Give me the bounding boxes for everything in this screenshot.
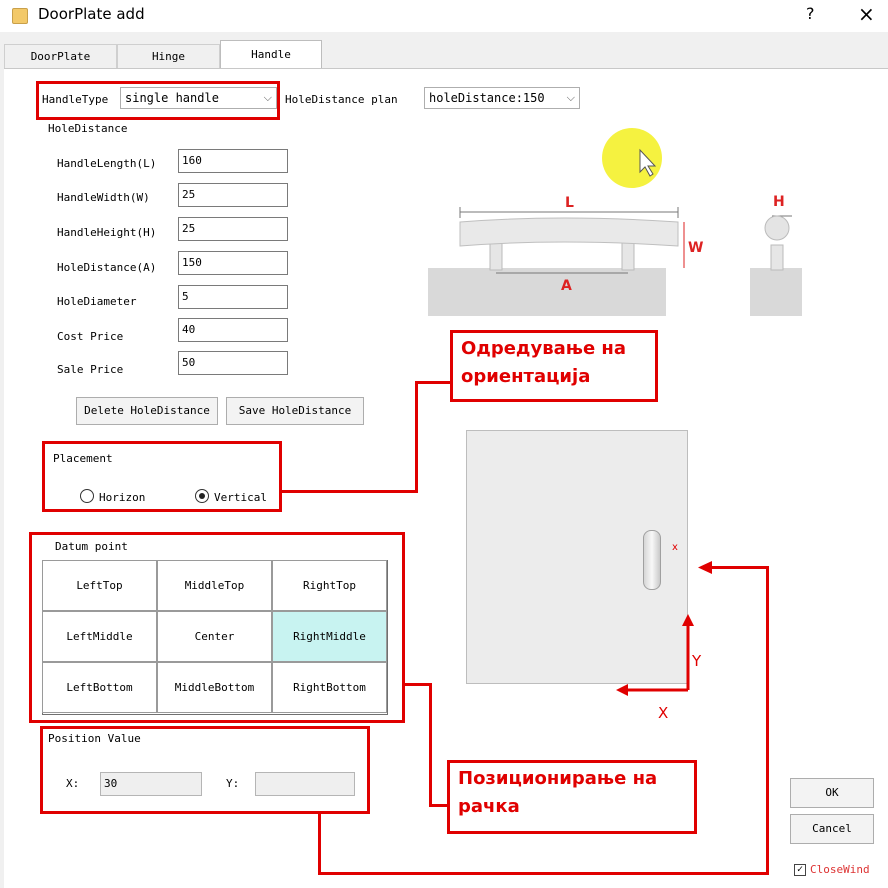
callout-positioning: Позиционирање на рачка: [447, 760, 697, 834]
dim-H: H: [773, 194, 785, 210]
offset-x-label: x: [672, 542, 678, 553]
close-window-checkbox[interactable]: ✓: [794, 864, 806, 876]
horizon-radio[interactable]: [80, 489, 94, 503]
cost-price-label: Cost Price: [57, 330, 124, 343]
tab-doorplate[interactable]: DoorPlate: [4, 44, 117, 68]
hole-plan-select[interactable]: holeDistance:150 ⌵: [424, 87, 580, 109]
horizon-label: Horizon: [99, 491, 146, 504]
hole-diameter-label: HoleDiameter: [57, 295, 137, 308]
connector-positioning-h1: [404, 683, 432, 686]
dim-L: L: [565, 195, 574, 211]
connector-door-h: [318, 872, 769, 875]
datum-leftmiddle[interactable]: LeftMiddle: [42, 611, 157, 662]
axis-arrows: Y X: [616, 614, 702, 720]
datum-leftbottom[interactable]: LeftBottom: [42, 662, 157, 713]
connector-positioning-h2: [429, 804, 449, 807]
callout-orientation-line2: ориентација: [461, 366, 591, 387]
hole-diameter-input[interactable]: 5: [178, 285, 288, 309]
handle-type-label: HandleType: [42, 93, 109, 106]
app-icon: [12, 8, 28, 24]
position-title: Position Value: [48, 732, 141, 745]
chevron-down-icon: ⌵: [566, 91, 575, 104]
hole-plan-label: HoleDistance plan: [285, 93, 398, 106]
ok-button[interactable]: OK: [790, 778, 874, 808]
delete-hole-distance-button[interactable]: Delete HoleDistance: [76, 397, 218, 425]
connector-positioning-v: [429, 683, 432, 807]
chevron-down-icon: ⌵: [263, 91, 272, 104]
arrow-left-icon: [698, 561, 712, 574]
handle-height-label: HandleHeight(H): [57, 226, 157, 239]
callout-positioning-line1: Позиционирање на: [458, 768, 658, 789]
handle-height-input[interactable]: 25: [178, 217, 288, 241]
cost-price-input[interactable]: 40: [178, 318, 288, 342]
x-input[interactable]: 30: [100, 772, 202, 796]
y-label: Y:: [226, 777, 240, 790]
vertical-radio[interactable]: [195, 489, 209, 503]
vertical-label: Vertical: [214, 491, 267, 504]
handle-width-input[interactable]: 25: [178, 183, 288, 207]
dim-W: W: [688, 240, 703, 256]
handle-preview: [643, 530, 661, 590]
y-input[interactable]: [255, 772, 355, 796]
datum-middlebottom[interactable]: MiddleBottom: [157, 662, 272, 713]
connector-door-h2: [712, 566, 769, 569]
handle-type-value: single handle: [125, 91, 219, 105]
placement-title: Placement: [53, 452, 113, 465]
hole-distance-section-label: HoleDistance: [48, 122, 128, 135]
callout-positioning-line2: рачка: [458, 796, 520, 817]
handle-length-label: HandleLength(L): [57, 157, 157, 170]
connector-orientation-h2: [415, 381, 451, 384]
callout-orientation-line1: Одредување на: [461, 338, 627, 359]
close-button[interactable]: ×: [858, 2, 875, 26]
connector-door-v2: [766, 566, 769, 875]
connector-orientation-h1: [280, 490, 416, 493]
close-window-label: CloseWind: [810, 863, 870, 876]
handle-type-select[interactable]: single handle ⌵: [120, 87, 277, 109]
datum-title: Datum point: [55, 540, 128, 553]
hole-plan-value: holeDistance:150: [429, 91, 545, 105]
sale-price-label: Sale Price: [57, 363, 124, 376]
hole-distance-input[interactable]: 150: [178, 251, 288, 275]
tab-handle[interactable]: Handle: [220, 40, 322, 69]
help-button[interactable]: ?: [806, 4, 815, 23]
connector-door-v1: [318, 812, 321, 875]
axis-x-label: X: [658, 704, 668, 720]
datum-righttop[interactable]: RightTop: [272, 560, 387, 611]
axis-y-label: Y: [691, 652, 702, 670]
handle-length-input[interactable]: 160: [178, 149, 288, 173]
tab-hinge[interactable]: Hinge: [117, 44, 220, 68]
datum-rightmiddle[interactable]: RightMiddle: [272, 611, 387, 662]
datum-middletop[interactable]: MiddleTop: [157, 560, 272, 611]
callout-orientation: Одредување на ориентација: [450, 330, 658, 402]
x-label: X:: [66, 777, 80, 790]
sale-price-input[interactable]: 50: [178, 351, 288, 375]
datum-lefttop[interactable]: LeftTop: [42, 560, 157, 611]
datum-center[interactable]: Center: [157, 611, 272, 662]
hole-distance-label: HoleDistance(A): [57, 261, 157, 274]
dim-A: A: [561, 278, 572, 294]
save-hole-distance-button[interactable]: Save HoleDistance: [226, 397, 364, 425]
cancel-button[interactable]: Cancel: [790, 814, 874, 844]
handle-dimension-diagram: L W A H: [428, 128, 802, 316]
datum-rightbottom[interactable]: RightBottom: [272, 662, 387, 713]
handle-width-label: HandleWidth(W): [57, 191, 150, 204]
window-title: DoorPlate add: [38, 5, 145, 23]
connector-orientation-v: [415, 381, 418, 493]
